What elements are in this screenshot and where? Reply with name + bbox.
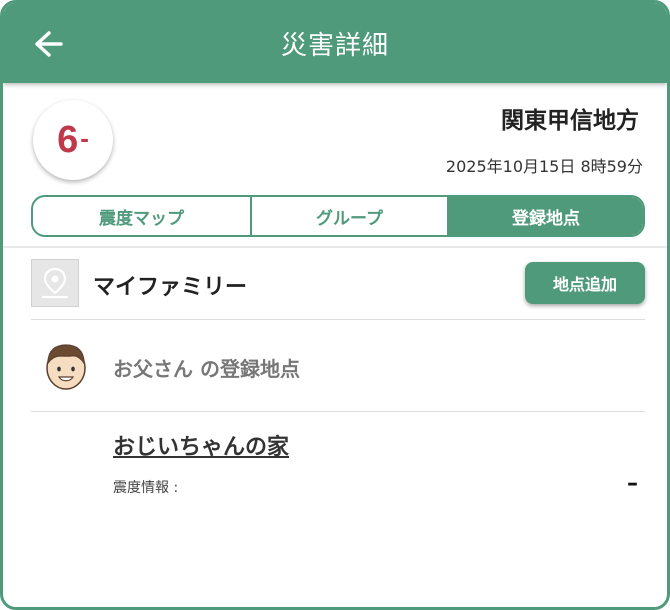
group-name: マイファミリー [93, 275, 248, 300]
app-frame: 災害詳細 6- 関東甲信地方 2025年10月15日 8時59分 震度マップ グ… [0, 0, 670, 610]
tab-registered-places[interactable]: 登録地点 [447, 197, 643, 235]
quake-datetime: 2025年10月15日 8時59分 [445, 157, 643, 176]
father-avatar [43, 341, 89, 391]
intensity-suffix: - [80, 122, 89, 153]
member-places-label: お父さん の登録地点 [113, 357, 300, 381]
divider [31, 319, 645, 320]
page-title: 災害詳細 [280, 31, 389, 61]
place-name-link[interactable]: おじいちゃんの家 [113, 429, 289, 461]
app-header: 災害詳細 [3, 3, 667, 83]
group-icon-box [31, 259, 79, 307]
intensity-badge: 6- [33, 100, 113, 180]
intensity-info-value: – [627, 471, 638, 496]
intensity-info-label: 震度情報 : [113, 480, 179, 496]
region-name: 関東甲信地方 [501, 108, 639, 134]
tab-intensity-map[interactable]: 震度マップ [33, 197, 250, 235]
tab-bar: 震度マップ グループ 登録地点 [31, 195, 645, 237]
intensity-number: 6 [57, 118, 79, 161]
section-divider [3, 246, 667, 248]
divider [31, 411, 645, 412]
add-place-button[interactable]: 地点追加 [525, 262, 645, 304]
tab-group[interactable]: グループ [250, 197, 447, 235]
avatar-icon [46, 344, 86, 390]
map-pin-icon [41, 267, 69, 299]
